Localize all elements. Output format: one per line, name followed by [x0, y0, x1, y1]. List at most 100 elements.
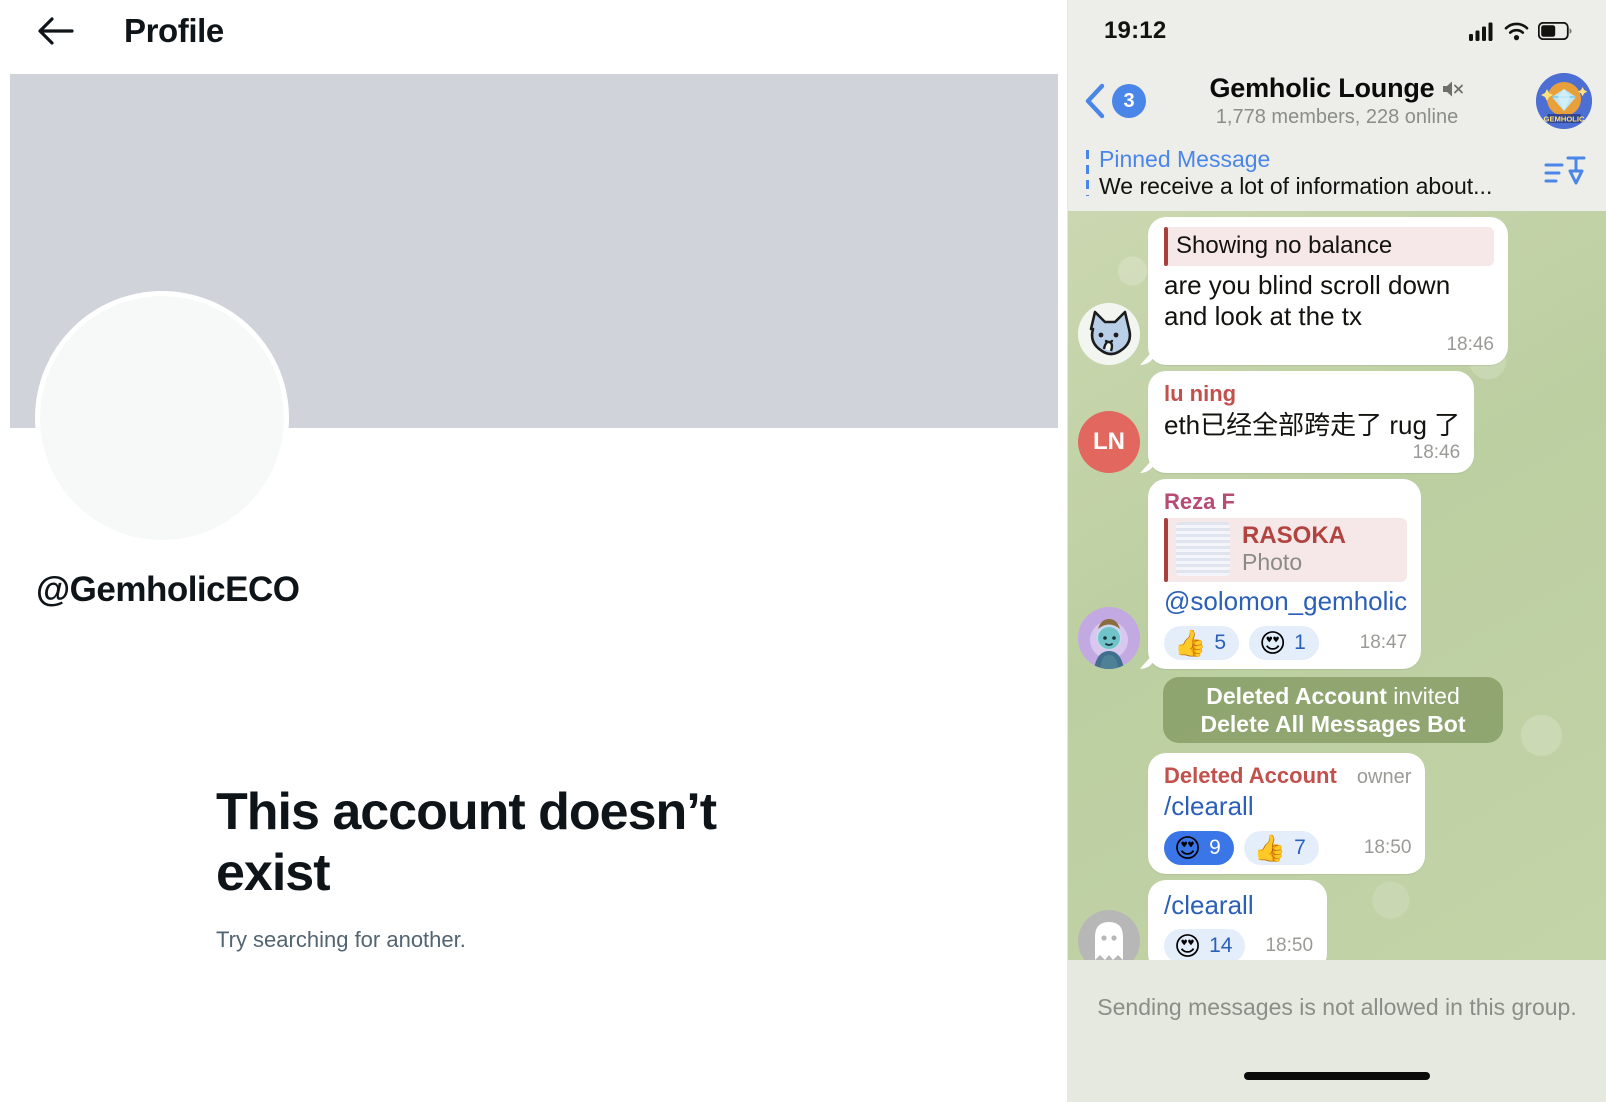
pin-list-icon[interactable]	[1544, 152, 1588, 195]
cellular-signal-icon	[1469, 22, 1493, 41]
reaction-list: 😍 9 👍 7 18:50	[1164, 830, 1412, 865]
reaction-emoji: 😍	[1174, 931, 1202, 960]
svg-text:GEMHOLIC: GEMHOLIC	[1544, 114, 1585, 123]
battery-icon	[1538, 22, 1572, 40]
message-time: 18:50	[1363, 836, 1412, 858]
message-text[interactable]: @solomon_gemholic	[1164, 586, 1407, 618]
wifi-icon	[1504, 22, 1529, 40]
reaction-count: 7	[1294, 835, 1306, 859]
character-avatar-icon	[1078, 606, 1140, 669]
chat-scroll-area[interactable]: Showing no balance are you blind scroll …	[1068, 210, 1606, 960]
message-text: are you blind scroll down and look at th…	[1164, 269, 1451, 332]
message-bubble[interactable]: lu ning eth已经全部跨走了 rug 了 18:46	[1148, 371, 1475, 474]
message-sender[interactable]: Reza F	[1164, 489, 1407, 515]
reply-thumbnail	[1176, 522, 1230, 577]
reply-quote-title: RASOKA	[1242, 521, 1347, 549]
reply-quote-texts: RASOKA Photo	[1242, 522, 1346, 577]
pinned-message-bar[interactable]: Pinned Message We receive a lot of infor…	[1068, 140, 1606, 211]
message-bubble[interactable]: Showing no balance are you blind scroll …	[1148, 216, 1508, 366]
message-time: 18:46	[1446, 334, 1494, 356]
message-row: LN lu ning eth已经全部跨走了 rug 了 18:46	[1078, 371, 1588, 474]
chat-title-block: Gemholic Lounge 1,778 members, 228 onlin…	[1068, 73, 1606, 129]
reply-quote-subtitle: Photo	[1242, 549, 1303, 576]
purple-character-avatar[interactable]	[1078, 606, 1140, 669]
profile-panel: Profile @GemholicECO This account doesn’…	[0, 0, 1068, 1102]
chat-title: Gemholic Lounge	[1209, 73, 1435, 103]
reaction-emoji: 👍	[1253, 832, 1287, 863]
reaction-list: 😍 14 18:50	[1164, 929, 1313, 960]
message-bubble[interactable]: Deleted Account owner /clearall 😍 9 👍 7 …	[1148, 752, 1426, 874]
status-bar: 19:12	[1068, 0, 1606, 62]
message-sender: Deleted Account	[1164, 762, 1337, 788]
message-sender[interactable]: lu ning	[1164, 381, 1460, 407]
unread-badge: 3	[1112, 84, 1146, 118]
reaction-count: 5	[1214, 630, 1227, 654]
reaction-pill[interactable]: 😍 1	[1249, 625, 1319, 660]
message-row: Showing no balance are you blind scroll …	[1078, 216, 1588, 366]
empty-state-subtitle: Try searching for another.	[216, 926, 466, 952]
composer-restriction-note: Sending messages is not allowed in this …	[1097, 994, 1577, 1020]
message-time: 18:50	[1265, 935, 1314, 957]
pinned-snippet: We receive a lot of information about...	[1099, 173, 1493, 200]
home-indicator	[1244, 1072, 1430, 1080]
chevron-left-icon	[1085, 83, 1105, 119]
sender-role-badge: owner	[1356, 765, 1412, 788]
back-button[interactable]: 3	[1082, 81, 1146, 121]
gemholic-logo-icon: GEMHOLIC	[1536, 73, 1592, 129]
reaction-pill[interactable]: 😍 9	[1164, 830, 1234, 865]
cat-avatar-icon	[1078, 303, 1140, 366]
status-bar-clock: 19:12	[1104, 17, 1167, 44]
ghost-avatar[interactable]	[1078, 910, 1140, 960]
service-actor: Deleted Account	[1206, 682, 1387, 709]
message-list: Showing no balance are you blind scroll …	[1068, 216, 1588, 960]
app-root: Profile @GemholicECO This account doesn’…	[0, 0, 1606, 1102]
message-time: 18:47	[1359, 631, 1408, 653]
message-meta: 18:46	[1164, 334, 1494, 356]
message-row: Deleted Account owner /clearall 😍 9 👍 7 …	[1078, 752, 1588, 874]
message-sender-row[interactable]: Deleted Account owner	[1164, 763, 1411, 789]
group-avatar[interactable]: GEMHOLIC	[1536, 73, 1592, 129]
profile-handle: @GemholicECO	[36, 570, 300, 609]
reaction-pill[interactable]: 😍 14	[1164, 929, 1246, 960]
message-row: Reza F RASOKA Photo @solomon_gemholic 👍	[1078, 479, 1588, 669]
reaction-count: 1	[1294, 630, 1306, 654]
reaction-emoji: 👍	[1174, 627, 1207, 658]
message-text: eth已经全部跨走了 rug 了	[1164, 409, 1461, 440]
reply-quote[interactable]: Showing no balance	[1164, 226, 1494, 266]
profile-avatar[interactable]	[40, 296, 284, 540]
service-target: Delete All Messages Bot	[1200, 710, 1466, 737]
chat-navbar: 3 Gemholic Lounge 1,778 members, 228 onl…	[1068, 62, 1606, 140]
pinned-indicator	[1086, 150, 1089, 197]
status-bar-icons	[1469, 22, 1572, 41]
message-text[interactable]: /clearall	[1164, 791, 1411, 823]
reaction-list: 👍 5 😍 1 18:47	[1164, 625, 1408, 660]
chat-subtitle: 1,778 members, 228 online	[1215, 106, 1459, 128]
cat-avatar[interactable]	[1078, 303, 1140, 366]
service-message: Deleted Account invited Delete All Messa…	[1078, 676, 1588, 743]
chat-title-row: Gemholic Lounge	[1209, 73, 1464, 104]
profile-header: Profile	[0, 0, 1067, 62]
reaction-count: 9	[1209, 835, 1221, 859]
ghost-icon	[1095, 922, 1123, 960]
reaction-emoji: 😍	[1259, 627, 1287, 658]
muted-speaker-icon	[1442, 81, 1463, 96]
reaction-count: 14	[1209, 934, 1233, 958]
service-message-text: Deleted Account invited Delete All Messa…	[1163, 676, 1503, 743]
telegram-panel: 19:12 3 Gemholic Lounge 1,778 members, 2…	[1068, 0, 1606, 1102]
ln-avatar[interactable]: LN	[1078, 411, 1140, 474]
message-bubble[interactable]: Reza F RASOKA Photo @solomon_gemholic 👍	[1148, 479, 1422, 669]
empty-state-title: This account doesn’t exist	[216, 783, 717, 903]
reply-quote-text: Showing no balance	[1176, 231, 1393, 259]
message-row: /clearall 😍 14 18:50	[1078, 879, 1588, 960]
reaction-pill[interactable]: 👍 7	[1243, 830, 1319, 865]
empty-state: This account doesn’t exist Try searching…	[216, 782, 816, 953]
composer-area: Sending messages is not allowed in this …	[1068, 960, 1606, 1102]
message-text[interactable]: /clearall	[1164, 890, 1313, 922]
pinned-label: Pinned Message	[1099, 146, 1271, 172]
reaction-emoji: 😍	[1174, 832, 1202, 863]
message-bubble[interactable]: /clearall 😍 14 18:50	[1148, 879, 1328, 960]
back-arrow-icon[interactable]	[34, 9, 78, 53]
reply-quote-photo[interactable]: RASOKA Photo	[1164, 517, 1408, 583]
reaction-pill[interactable]: 👍 5	[1164, 625, 1240, 660]
message-time: 18:46	[1412, 442, 1461, 464]
